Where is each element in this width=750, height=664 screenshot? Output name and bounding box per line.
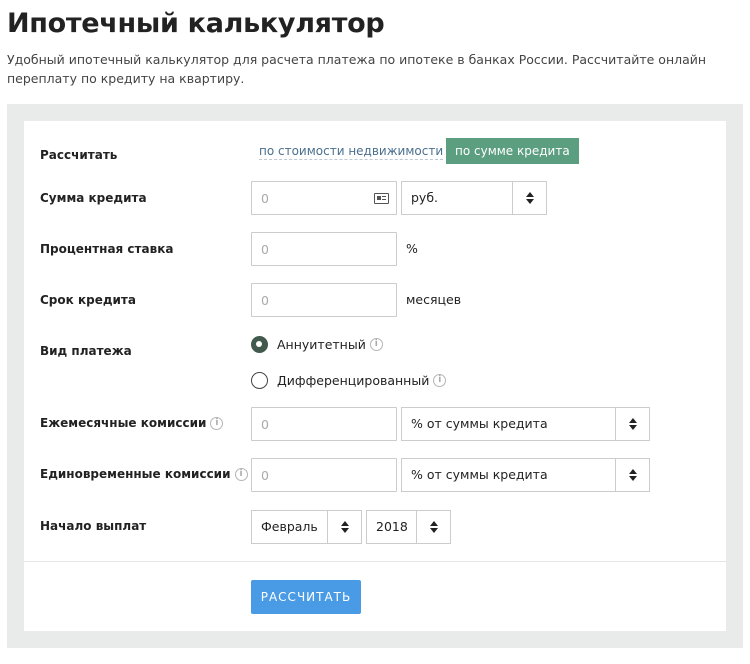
start-label: Начало выплат bbox=[40, 519, 147, 533]
info-icon[interactable]: i bbox=[433, 374, 447, 387]
loan-amount-label: Сумма кредита bbox=[40, 191, 147, 205]
loan-term-input[interactable] bbox=[252, 284, 396, 316]
info-icon[interactable]: i bbox=[369, 338, 383, 351]
one-time-fees-label: Единовременные комиссии bbox=[40, 467, 231, 481]
sort-arrows-icon bbox=[512, 182, 546, 214]
one-time-fees-input[interactable] bbox=[252, 459, 396, 491]
interest-rate-input[interactable] bbox=[252, 233, 396, 265]
sort-arrows-icon bbox=[416, 511, 450, 543]
start-month-value: Февраль bbox=[261, 519, 318, 534]
interest-rate-field[interactable] bbox=[251, 232, 397, 266]
interest-rate-label: Процентная ставка bbox=[40, 242, 174, 256]
monthly-fees-basis-select[interactable]: % от суммы кредита bbox=[401, 407, 650, 441]
currency-select[interactable]: руб. bbox=[401, 181, 547, 215]
start-year-select[interactable]: 2018 bbox=[366, 510, 451, 544]
card-icon bbox=[374, 193, 389, 204]
one-time-fees-basis-select[interactable]: % от суммы кредита bbox=[401, 458, 650, 492]
form-divider bbox=[24, 561, 726, 562]
calculator-form: Рассчитать по стоимости недвижимости по … bbox=[24, 121, 726, 631]
radio-annuity-label: Аннуитетный bbox=[277, 337, 366, 352]
start-year-value: 2018 bbox=[376, 519, 408, 534]
calculator-panel: Рассчитать по стоимости недвижимости по … bbox=[7, 104, 743, 648]
sort-arrows-icon bbox=[327, 511, 361, 543]
percent-unit: % bbox=[406, 241, 418, 256]
loan-amount-field[interactable] bbox=[251, 181, 397, 215]
monthly-fees-field[interactable] bbox=[251, 407, 397, 441]
monthly-fees-input[interactable] bbox=[252, 408, 396, 440]
sort-arrows-icon bbox=[615, 459, 649, 491]
one-time-fees-field[interactable] bbox=[251, 458, 397, 492]
one-time-fees-label-row: Единовременные комиссии i bbox=[40, 467, 248, 481]
radio-unchecked-icon[interactable] bbox=[251, 372, 268, 389]
monthly-fees-label-row: Ежемесячные комиссии i bbox=[40, 416, 224, 430]
calc-mode-label: Рассчитать bbox=[40, 148, 118, 162]
page-title: Ипотечный калькулятор bbox=[7, 8, 385, 39]
tab-by-loan-amount[interactable]: по сумме кредита bbox=[446, 138, 579, 164]
calculate-button[interactable]: РАССЧИТАТЬ bbox=[251, 580, 361, 614]
months-unit: месяцев bbox=[406, 292, 462, 307]
start-month-select[interactable]: Февраль bbox=[251, 510, 362, 544]
currency-value: руб. bbox=[411, 190, 439, 205]
radio-differentiated-label: Дифференцированный bbox=[277, 373, 430, 388]
info-icon[interactable]: i bbox=[210, 417, 224, 430]
tab-by-property-price[interactable]: по стоимости недвижимости bbox=[259, 144, 444, 160]
info-icon[interactable]: i bbox=[234, 468, 248, 481]
loan-term-field[interactable] bbox=[251, 283, 397, 317]
one-time-fees-basis-value: % от суммы кредита bbox=[411, 467, 548, 482]
loan-term-label: Срок кредита bbox=[40, 293, 136, 307]
radio-checked-icon[interactable] bbox=[251, 336, 268, 353]
page-description: Удобный ипотечный калькулятор для расчет… bbox=[7, 52, 707, 86]
monthly-fees-label: Ежемесячные комиссии bbox=[40, 416, 207, 430]
radio-annuity[interactable]: Аннуитетный i bbox=[251, 336, 383, 353]
payment-type-label: Вид платежа bbox=[40, 344, 132, 358]
radio-differentiated[interactable]: Дифференцированный i bbox=[251, 372, 447, 389]
sort-arrows-icon bbox=[615, 408, 649, 440]
monthly-fees-basis-value: % от суммы кредита bbox=[411, 416, 548, 431]
